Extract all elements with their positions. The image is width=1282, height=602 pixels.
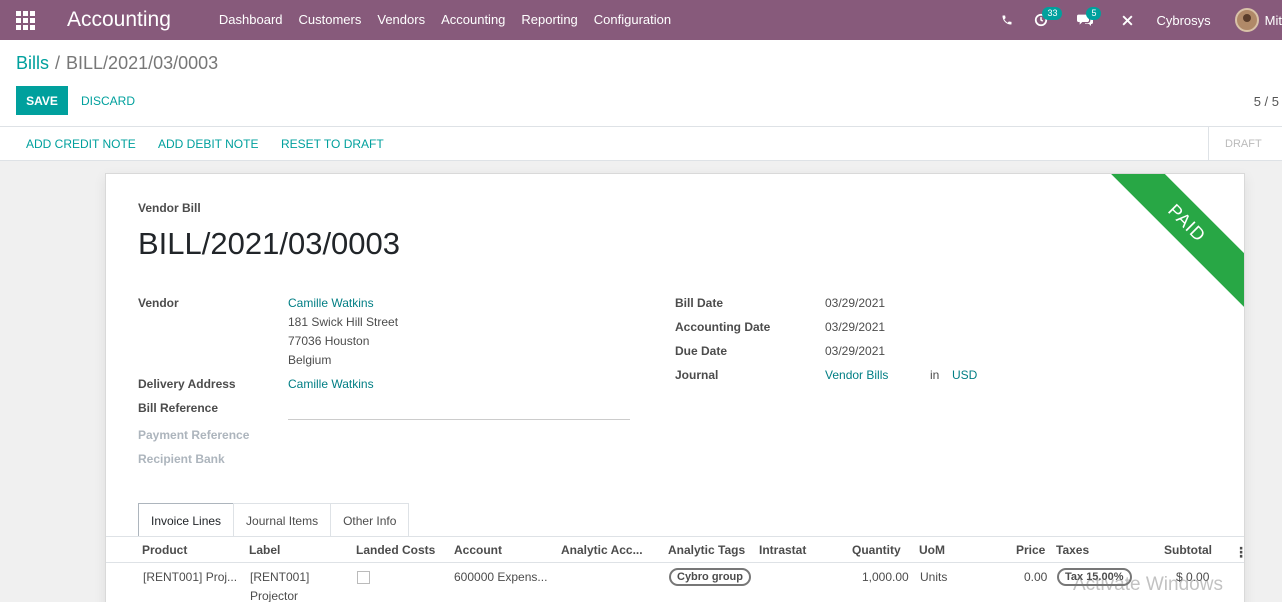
- bill-date-value[interactable]: 03/29/2021: [825, 296, 885, 310]
- col-price[interactable]: Price: [1016, 543, 1045, 557]
- record-pager[interactable]: 5 / 5: [1254, 94, 1279, 109]
- bill-reference-input[interactable]: [288, 419, 630, 420]
- col-analytic-tags[interactable]: Analytic Tags: [668, 543, 745, 557]
- cell-label-line2[interactable]: Projector: [250, 589, 298, 602]
- recipient-bank-label: Recipient Bank: [138, 452, 225, 466]
- message-count-badge: 5: [1086, 7, 1102, 20]
- col-landed-costs[interactable]: Landed Costs: [356, 543, 435, 557]
- vendor-country: Belgium: [288, 353, 332, 367]
- menu-vendors[interactable]: Vendors: [369, 0, 433, 40]
- cell-price[interactable]: 0.00: [1024, 570, 1047, 584]
- vendor-street: 181 Swick Hill Street: [288, 315, 399, 329]
- discard-button[interactable]: DISCARD: [81, 86, 135, 115]
- main-menu: Dashboard Customers Vendors Accounting R…: [211, 0, 679, 40]
- journal-in-text: in: [930, 368, 940, 382]
- breadcrumb-current: BILL/2021/03/0003: [66, 53, 219, 73]
- tab-invoice-lines[interactable]: Invoice Lines: [138, 503, 235, 537]
- due-date-value[interactable]: 03/29/2021: [825, 344, 885, 358]
- debug-tools-icon[interactable]: [1110, 0, 1144, 40]
- user-avatar[interactable]: [1234, 8, 1259, 32]
- paid-ribbon: PAID: [1092, 174, 1244, 318]
- top-navbar: Accounting Dashboard Customers Vendors A…: [0, 0, 1282, 40]
- add-debit-note-button[interactable]: ADD DEBIT NOTE: [158, 127, 258, 160]
- cell-label-line1[interactable]: [RENT001]: [250, 570, 309, 584]
- cell-product[interactable]: [RENT001] Proj...: [143, 570, 237, 584]
- document-type: Vendor Bill: [138, 201, 201, 215]
- save-button[interactable]: SAVE: [16, 86, 68, 115]
- payment-reference-label: Payment Reference: [138, 428, 250, 442]
- analytic-tag-badge[interactable]: Cybro group: [669, 568, 751, 586]
- tab-other-info[interactable]: Other Info: [330, 503, 410, 537]
- landed-costs-checkbox[interactable]: [357, 571, 370, 584]
- cell-quantity[interactable]: 1,000.00: [862, 570, 909, 584]
- delivery-address-label: Delivery Address: [138, 377, 236, 391]
- due-date-label: Due Date: [675, 344, 728, 358]
- stage-draft[interactable]: DRAFT: [1208, 127, 1282, 160]
- currency-link[interactable]: USD: [952, 368, 977, 382]
- activity-count-badge: 33: [1042, 7, 1063, 20]
- accounting-date-label: Accounting Date: [675, 320, 771, 334]
- form-sheet: PAID Vendor Bill BILL/2021/03/0003 Vendo…: [105, 173, 1245, 602]
- vendor-label: Vendor: [138, 296, 179, 310]
- phone-icon[interactable]: [990, 0, 1024, 40]
- journal-link[interactable]: Vendor Bills: [825, 368, 888, 382]
- status-bar: ADD CREDIT NOTE ADD DEBIT NOTE RESET TO …: [0, 127, 1282, 161]
- col-uom[interactable]: UoM: [919, 543, 945, 557]
- bill-reference-label: Bill Reference: [138, 401, 219, 415]
- delivery-address-link[interactable]: Camille Watkins: [288, 377, 374, 391]
- activity-clock-icon[interactable]: 33: [1024, 0, 1063, 40]
- control-panel: Bills / BILL/2021/03/0003 SAVE DISCARD 5…: [0, 40, 1282, 127]
- col-quantity[interactable]: Quantity: [852, 543, 901, 557]
- menu-dashboard[interactable]: Dashboard: [211, 0, 291, 40]
- tab-journal-items[interactable]: Journal Items: [233, 503, 332, 537]
- col-taxes[interactable]: Taxes: [1056, 543, 1089, 557]
- document-title: BILL/2021/03/0003: [138, 226, 401, 261]
- vendor-city: 77036 Houston: [288, 334, 370, 348]
- menu-customers[interactable]: Customers: [291, 0, 370, 40]
- col-intrastat[interactable]: Intrastat: [759, 543, 806, 557]
- menu-reporting[interactable]: Reporting: [513, 0, 585, 40]
- apps-menu-icon[interactable]: [0, 0, 50, 40]
- reset-to-draft-button[interactable]: RESET TO DRAFT: [281, 127, 384, 160]
- optional-columns-icon[interactable]: ⋮: [1234, 544, 1244, 561]
- app-title: Accounting: [67, 8, 171, 31]
- notebook-tabs: Invoice Lines Journal Items Other Info: [138, 503, 410, 537]
- cell-uom[interactable]: Units: [920, 570, 947, 584]
- col-label[interactable]: Label: [249, 543, 280, 557]
- menu-configuration[interactable]: Configuration: [586, 0, 679, 40]
- col-subtotal[interactable]: Subtotal: [1164, 543, 1212, 557]
- col-product[interactable]: Product: [142, 543, 187, 557]
- add-credit-note-button[interactable]: ADD CREDIT NOTE: [26, 127, 136, 160]
- messages-icon[interactable]: 5: [1068, 0, 1102, 40]
- company-switcher[interactable]: Cybrosys: [1156, 13, 1210, 28]
- tabs-divider: [106, 536, 1244, 537]
- windows-activation-watermark: Activate Windows: [1073, 574, 1223, 595]
- breadcrumb-separator: /: [55, 53, 61, 73]
- vendor-link[interactable]: Camille Watkins: [288, 296, 374, 310]
- journal-label: Journal: [675, 368, 719, 382]
- col-analytic-account[interactable]: Analytic Acc...: [561, 543, 643, 557]
- bill-date-label: Bill Date: [675, 296, 724, 310]
- menu-accounting[interactable]: Accounting: [433, 0, 513, 40]
- col-account[interactable]: Account: [454, 543, 502, 557]
- breadcrumb: Bills / BILL/2021/03/0003: [16, 53, 218, 74]
- accounting-date-value[interactable]: 03/29/2021: [825, 320, 885, 334]
- breadcrumb-bills-link[interactable]: Bills: [16, 53, 49, 74]
- systray: 33 5 Cybrosys Mit: [990, 0, 1282, 40]
- header-divider: [106, 562, 1244, 563]
- user-name[interactable]: Mit: [1265, 13, 1282, 28]
- cell-account[interactable]: 600000 Expens...: [454, 570, 547, 584]
